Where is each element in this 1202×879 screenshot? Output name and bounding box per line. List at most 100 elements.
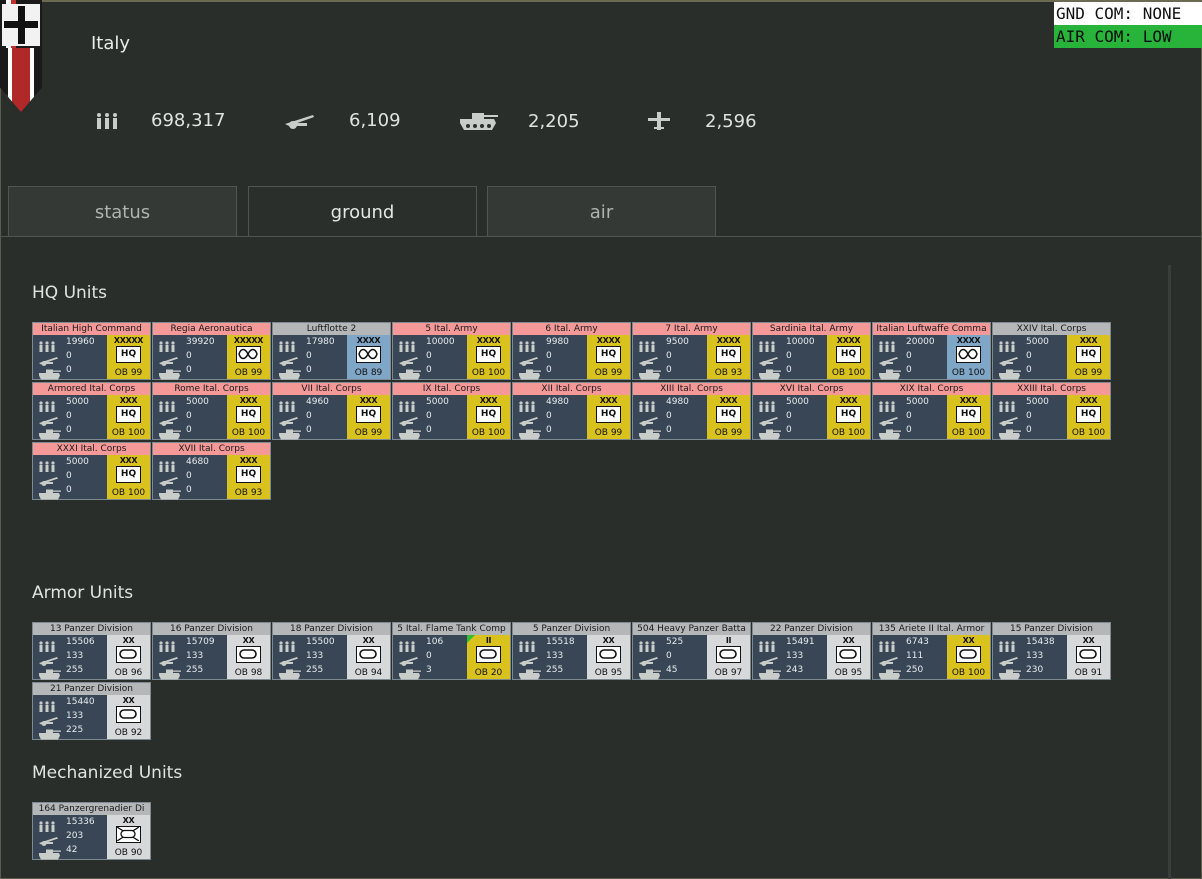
tanks-stat: 2,205 (458, 110, 580, 132)
unit-type-badge: XXXX HQ OB 93 (707, 335, 750, 379)
unit-name: Italian Luftwaffe Comma (873, 323, 990, 335)
unit-guns: 0 (666, 351, 672, 361)
unit-body: 4960 0 0 XXX HQ OB 99 (273, 395, 390, 440)
unit-counter[interactable]: XXIII Ital. Corps 5000 0 0 XXX HQ OB 100 (992, 382, 1111, 440)
tab-air[interactable]: air (487, 186, 716, 236)
unit-men-row: 106 (396, 636, 468, 652)
unit-counter[interactable]: Luftflotte 2 17980 0 0 XXXX OB 89 (272, 322, 391, 380)
unit-guns-row: 133 (36, 710, 108, 726)
unit-type-badge: XXXX HQ OB 100 (467, 335, 510, 379)
unit-men-row: 15491 (756, 636, 828, 652)
tab-ground[interactable]: ground (248, 186, 477, 236)
unit-men: 5000 (786, 397, 809, 407)
unit-counter[interactable]: IX Ital. Corps 5000 0 0 XXX HQ OB 100 (392, 382, 511, 440)
unit-counter[interactable]: Sardinia Ital. Army 10000 0 0 XXXX HQ OB 100 (752, 322, 871, 380)
hq-symbol: HQ (476, 406, 501, 423)
unit-counter[interactable]: XIX Ital. Corps 5000 0 0 XXX HQ OB 100 (872, 382, 991, 440)
unit-counter[interactable]: Italian High Command 19960 0 0 XXXXX HQ OB 99 (32, 322, 151, 380)
unit-ob: OB 99 (594, 368, 623, 378)
unit-ob: OB 97 (714, 668, 743, 678)
scrollbar-track[interactable] (1168, 265, 1171, 879)
unit-echelon: XX (122, 636, 135, 645)
hq-symbol: HQ (836, 346, 861, 363)
unit-counter[interactable]: 7 Ital. Army 9500 0 0 XXXX HQ OB 93 (632, 322, 751, 380)
unit-counter[interactable]: 22 Panzer Division 15491 133 243 XX OB 95 (752, 622, 871, 680)
unit-echelon: XXX (1079, 396, 1098, 405)
unit-counter[interactable]: 15 Panzer Division 15438 133 230 XX OB 91 (992, 622, 1111, 680)
unit-type-badge: XXXX OB 100 (947, 335, 990, 379)
unit-counter[interactable]: XVII Ital. Corps 4680 0 0 XXX HQ OB 93 (152, 442, 271, 500)
unit-counter[interactable]: 5 Ital. Flame Tank Comp 106 0 3 II OB 20 (392, 622, 511, 680)
unit-counter[interactable]: VII Ital. Corps 4960 0 0 XXX HQ OB 99 (272, 382, 391, 440)
unit-guns: 0 (906, 351, 912, 361)
unit-men: 15506 (66, 637, 95, 647)
unit-counter[interactable]: 135 Ariete II Ital. Armor 6743 111 250 XX OB … (872, 622, 991, 680)
unit-tanks-row: 225 (36, 724, 108, 740)
unit-echelon: XX (242, 636, 255, 645)
unit-counter[interactable]: 13 Panzer Division 15506 133 255 XX OB 96 (32, 622, 151, 680)
guns-stat: 6,109 (283, 110, 401, 131)
unit-echelon: XXXXX (233, 336, 264, 345)
unit-men-row: 15506 (36, 636, 108, 652)
unit-men-row: 4960 (276, 396, 348, 412)
unit-counter[interactable]: Rome Ital. Corps 5000 0 0 XXX HQ OB 100 (152, 382, 271, 440)
unit-men-row: 5000 (996, 336, 1068, 352)
unit-counter[interactable]: 164 Panzergrenadier Di 15336 203 42 XX OB 90 (32, 802, 151, 860)
unit-tanks: 0 (426, 425, 432, 435)
unit-tanks-row: 0 (996, 364, 1068, 380)
hq-symbol: HQ (956, 406, 981, 423)
unit-body: 5000 0 0 XXX HQ OB 99 (993, 335, 1110, 380)
unit-counter[interactable]: 16 Panzer Division 15709 133 255 XX OB 98 (152, 622, 271, 680)
unit-tanks: 0 (66, 425, 72, 435)
unit-ob: OB 100 (951, 668, 986, 678)
unit-counter[interactable]: 5 Ital. Army 10000 0 0 XXXX HQ OB 100 (392, 322, 511, 380)
command-status: GND COM: NONE AIR COM: LOW (1054, 2, 1202, 48)
hq-symbol: HQ (116, 406, 141, 423)
unit-tanks-row: 0 (636, 364, 708, 380)
men-count: 698,317 (151, 110, 226, 131)
unit-guns-row: 0 (996, 350, 1068, 366)
unit-body: 106 0 3 II OB 20 (393, 635, 510, 680)
unit-name: 16 Panzer Division (153, 623, 270, 635)
unit-counter[interactable]: XXXI Ital. Corps 5000 0 0 XXX HQ OB 100 (32, 442, 151, 500)
hq-units-title: HQ Units (32, 283, 108, 303)
unit-ob: OB 96 (114, 668, 143, 678)
unit-men: 4980 (546, 397, 569, 407)
unit-tanks-row: 250 (876, 664, 948, 680)
unit-counter[interactable]: 21 Panzer Division 15440 133 225 XX OB 92 (32, 682, 151, 740)
unit-body: 4680 0 0 XXX HQ OB 93 (153, 455, 270, 500)
unit-counter[interactable]: XXIV Ital. Corps 5000 0 0 XXX HQ OB 99 (992, 322, 1111, 380)
unit-type-badge: XXX HQ OB 100 (467, 395, 510, 439)
unit-counter[interactable]: XVI Ital. Corps 5000 0 0 XXX HQ OB 100 (752, 382, 871, 440)
tank-icon (758, 425, 782, 444)
unit-men: 10000 (786, 337, 815, 347)
unit-guns: 0 (666, 411, 672, 421)
nation-name: Italy (91, 33, 131, 54)
unit-counter[interactable]: 5 Panzer Division 15518 133 255 XX OB 95 (512, 622, 631, 680)
unit-counter[interactable]: Armored Ital. Corps 5000 0 0 XXX HQ OB 100 (32, 382, 151, 440)
unit-counter[interactable]: Regia Aeronautica 39920 0 0 XXXXX OB 99 (152, 322, 271, 380)
tab-status[interactable]: status (8, 186, 237, 236)
unit-counter[interactable]: Italian Luftwaffe Comma 20000 0 0 XXXX OB 100 (872, 322, 991, 380)
unit-echelon: XXX (719, 396, 738, 405)
unit-type-badge: XX OB 100 (947, 635, 990, 679)
unit-type-badge: XXX HQ OB 100 (1067, 395, 1110, 439)
unit-type-badge: XX OB 98 (227, 635, 270, 679)
unit-echelon: XX (362, 636, 375, 645)
unit-tanks-row: 0 (276, 424, 348, 440)
unit-name: 135 Ariete II Ital. Armor (873, 623, 990, 635)
unit-men-row: 5000 (36, 396, 108, 412)
unit-counter[interactable]: 18 Panzer Division 15500 133 255 XX OB 94 (272, 622, 391, 680)
unit-guns-row: 0 (156, 470, 228, 486)
unit-counter[interactable]: XIII Ital. Corps 4980 0 0 XXX HQ OB 99 (632, 382, 751, 440)
unit-counter[interactable]: 504 Heavy Panzer Batta 525 0 45 II OB 97 (632, 622, 751, 680)
tank-icon (638, 665, 662, 684)
unit-counter[interactable]: 6 Ital. Army 9980 0 0 XXXX HQ OB 99 (512, 322, 631, 380)
unit-name: XXIII Ital. Corps (993, 383, 1110, 395)
tank-icon (878, 665, 902, 684)
unit-counter[interactable]: XII Ital. Corps 4980 0 0 XXX HQ OB 99 (512, 382, 631, 440)
unit-guns: 0 (186, 471, 192, 481)
unit-tanks: 0 (546, 425, 552, 435)
hq-symbol: HQ (476, 346, 501, 363)
unit-type-badge: XXX HQ OB 99 (587, 395, 630, 439)
